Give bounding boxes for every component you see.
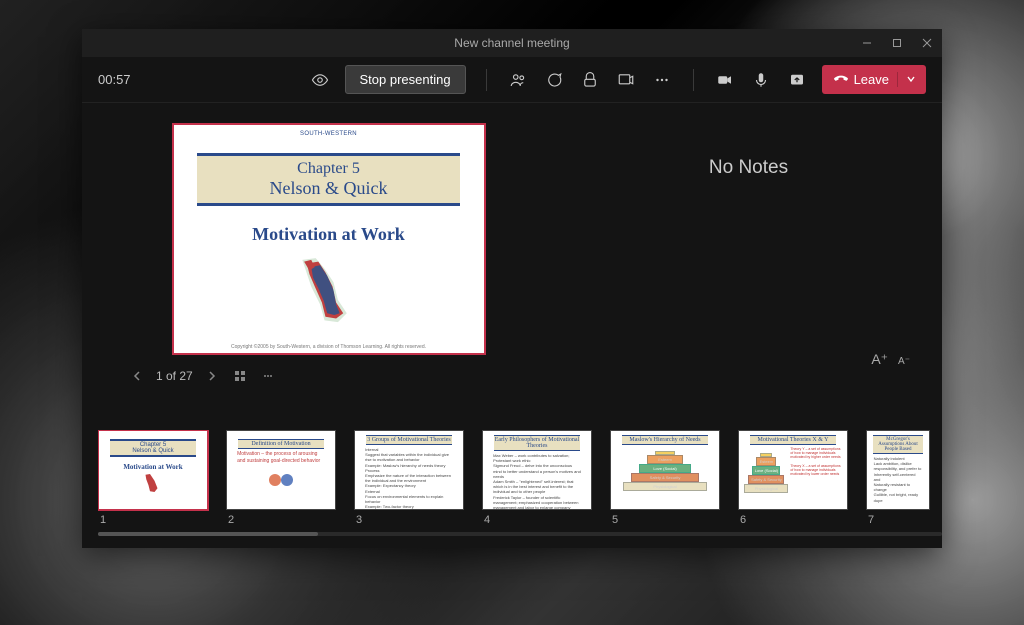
- thumb-number: 7: [866, 514, 930, 526]
- thumb-number: 5: [610, 514, 720, 526]
- privacy-eye-icon[interactable]: [303, 65, 337, 95]
- maximize-button[interactable]: [882, 29, 912, 57]
- slide-counter: 1 of 27: [156, 369, 193, 383]
- thumb-number: 2: [226, 514, 336, 526]
- thumbnail-2[interactable]: Definition of Motivation Motivation – th…: [226, 430, 336, 526]
- slide-copyright: Copyright ©2005 by South-Western, a divi…: [174, 344, 484, 350]
- chapter-line1: Chapter 5: [197, 160, 461, 178]
- prev-slide-button[interactable]: [128, 367, 146, 385]
- scrollbar-thumb[interactable]: [98, 532, 318, 536]
- thumb-number: 4: [482, 514, 592, 526]
- more-actions-icon[interactable]: [645, 65, 679, 95]
- hangup-icon: [834, 71, 848, 88]
- separator: [693, 69, 694, 91]
- av-controls: [708, 65, 814, 95]
- participants-icon[interactable]: [501, 65, 535, 95]
- chat-icon[interactable]: [537, 65, 571, 95]
- thumb-number: 1: [98, 514, 208, 526]
- thumb-number: 3: [354, 514, 464, 526]
- publisher-mark: SOUTH-WESTERN: [300, 131, 357, 137]
- thumbnail-3[interactable]: 3 Groups of Motivational Theories Intern…: [354, 430, 464, 526]
- leave-label: Leave: [854, 72, 889, 87]
- thumb-number: 6: [738, 514, 848, 526]
- slide-heading: Motivation at Work: [252, 224, 405, 245]
- slide-art: [284, 251, 374, 334]
- rooms-icon[interactable]: [609, 65, 643, 95]
- minimize-button[interactable]: [852, 29, 882, 57]
- camera-icon[interactable]: [708, 65, 742, 95]
- thumbnail-6[interactable]: Motivational Theories X & Y Esteem Love …: [738, 430, 848, 526]
- meeting-toolbar: 00:57 Stop presenting Leave: [82, 57, 942, 103]
- thumbnail-strip: Chapter 5 Nelson & Quick Motivation at W…: [82, 426, 942, 548]
- current-slide[interactable]: SOUTH-WESTERN Chapter 5 Nelson & Quick M…: [172, 123, 486, 355]
- more-nav-icon[interactable]: [259, 367, 277, 385]
- next-slide-button[interactable]: [203, 367, 221, 385]
- grid-view-icon[interactable]: [231, 367, 249, 385]
- titlebar: New channel meeting: [82, 29, 942, 57]
- leave-button[interactable]: Leave: [822, 65, 926, 94]
- thumbnail-5[interactable]: Maslow's Hierarchy of Needs Self-Actuali…: [610, 430, 720, 526]
- separator: [486, 69, 487, 91]
- mic-icon[interactable]: [744, 65, 778, 95]
- thumbnail-row: Chapter 5 Nelson & Quick Motivation at W…: [98, 430, 942, 526]
- notes-pane: No Notes: [555, 103, 942, 426]
- thumbnail-7[interactable]: McGregor's Assumptions About People Base…: [866, 430, 930, 526]
- thumbnail-scrollbar[interactable]: [98, 532, 942, 536]
- slide-nav: 1 of 27: [128, 367, 277, 385]
- share-icon[interactable]: [780, 65, 814, 95]
- chapter-box: Chapter 5 Nelson & Quick: [197, 153, 461, 206]
- chapter-line2: Nelson & Quick: [197, 178, 461, 199]
- window-title: New channel meeting: [454, 36, 569, 50]
- teams-meeting-window: New channel meeting 00:57 Stop presentin…: [82, 29, 942, 548]
- font-decrease-button[interactable]: A⁻: [898, 356, 910, 367]
- presenter-content: SOUTH-WESTERN Chapter 5 Nelson & Quick M…: [82, 103, 942, 426]
- font-size-controls: A⁺ A⁻: [871, 351, 910, 368]
- meeting-timer: 00:57: [98, 72, 131, 87]
- meeting-actions: [501, 65, 679, 95]
- slide-pane: SOUTH-WESTERN Chapter 5 Nelson & Quick M…: [82, 103, 555, 426]
- font-increase-button[interactable]: A⁺: [871, 351, 888, 368]
- close-button[interactable]: [912, 29, 942, 57]
- reactions-icon[interactable]: [573, 65, 607, 95]
- stop-presenting-button[interactable]: Stop presenting: [345, 65, 466, 94]
- no-notes-text: No Notes: [555, 157, 942, 179]
- window-controls: [852, 29, 942, 57]
- leave-caret-icon[interactable]: [897, 72, 916, 87]
- thumbnail-1[interactable]: Chapter 5 Nelson & Quick Motivation at W…: [98, 430, 208, 526]
- thumbnail-4[interactable]: Early Philosophers of Motivational Theor…: [482, 430, 592, 526]
